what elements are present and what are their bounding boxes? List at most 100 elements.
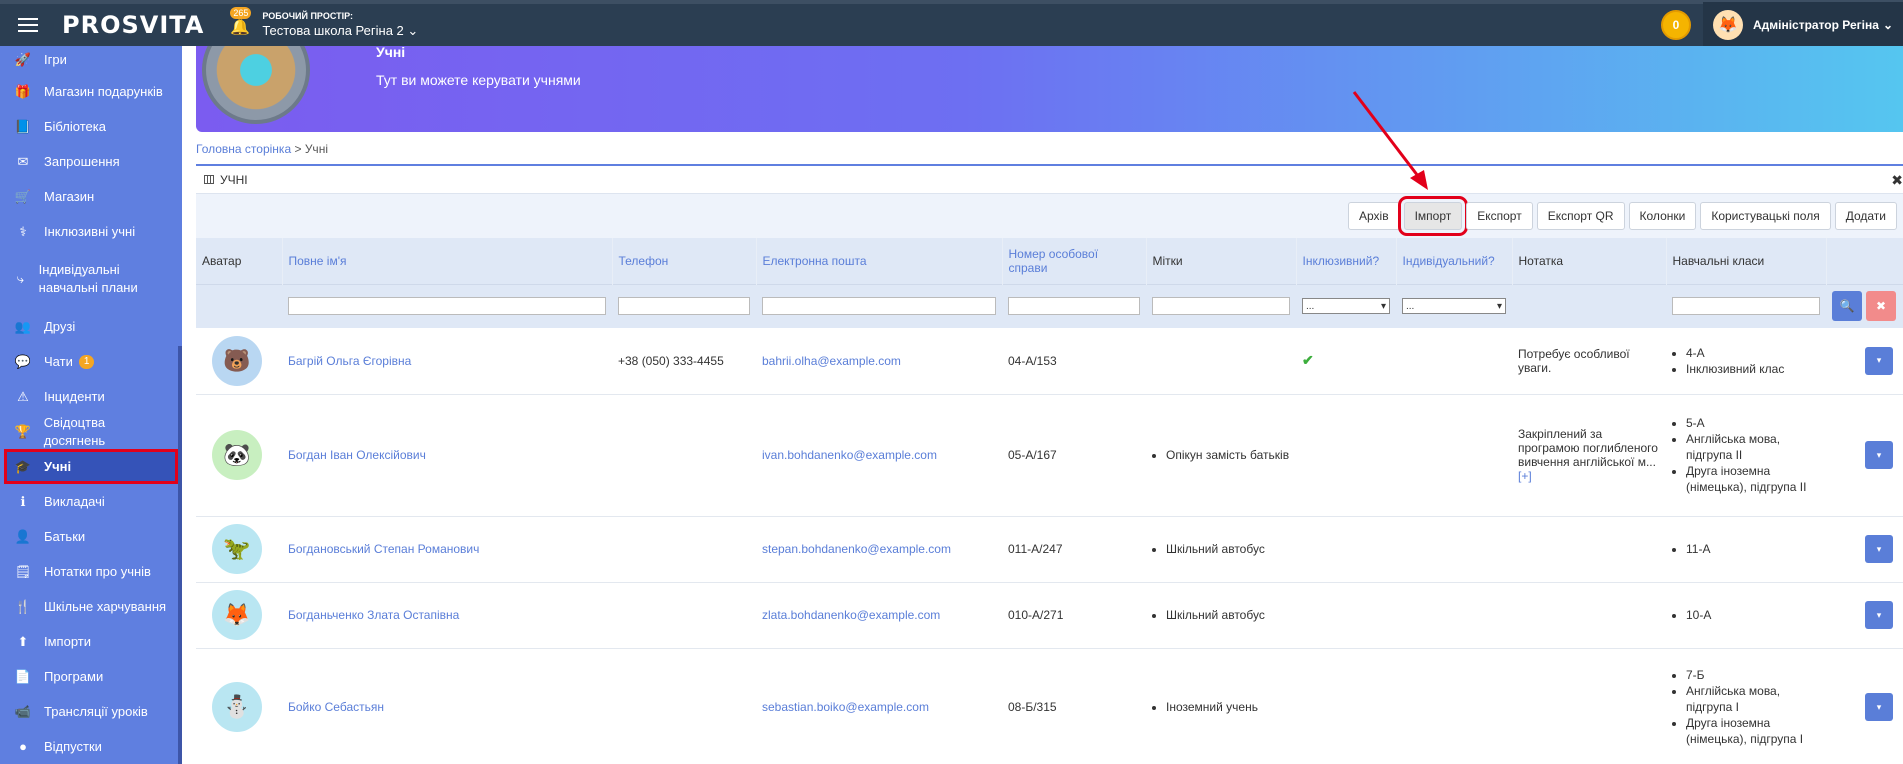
export-button[interactable]: Експорт [1466, 202, 1533, 230]
sidebar-item-invitations[interactable]: ✉ Запрошення [0, 144, 182, 179]
filter-row: ... ▾ ... ▾ 🔍 ✖ [196, 283, 1903, 328]
sidebar-item-inclusive[interactable]: ⚕ Інклюзивні учні [0, 214, 182, 249]
avatar: 🐻 [212, 335, 262, 386]
table-row[interactable]: 🐼 Богдан Іван Олексійович ivan.bohdanenk… [196, 394, 1903, 517]
sidebar-item-parents[interactable]: 👤 Батьки [0, 519, 182, 554]
row-actions-button[interactable]: ▾ [1865, 441, 1893, 469]
notification-badge: 265 [230, 7, 252, 19]
panel-header: УЧНІ ✖ [196, 166, 1903, 194]
user-menu[interactable]: 🦊 Адміністратор Регіна ⌄ [1702, 2, 1903, 48]
col-actions [1826, 238, 1903, 284]
sidebar-item-chats[interactable]: 💬 Чати 1 [0, 344, 182, 379]
workspace-selector[interactable]: Робочий простір: Тестова школа Регіна 2 … [262, 11, 418, 39]
table-row[interactable]: 🦊 Богданьченко Злата Остапівна zlata.boh… [196, 582, 1903, 649]
sidebar-item-games[interactable]: 🚀 Ігри [0, 46, 182, 74]
breadcrumb: Головна сторінка > Учні [196, 142, 328, 156]
col-name[interactable]: Повне ім'я [282, 238, 613, 284]
sidebar-item-teachers[interactable]: ℹ Викладачі [0, 484, 182, 519]
sidebar-item-library[interactable]: 📘 Бібліотека [0, 109, 182, 144]
workspace-label: Робочий простір: [262, 11, 353, 21]
sidebar-item-friends[interactable]: 👥 Друзі [0, 309, 182, 344]
row-actions-button[interactable]: ▾ [1865, 693, 1893, 721]
classes-list: 5-ААнглійська мова, підгрупа IIДруга іно… [1672, 415, 1820, 495]
sidebar-item-programs[interactable]: 📄 Програми [0, 659, 182, 694]
student-name-link[interactable]: Богдан Іван Олексійович [288, 448, 426, 462]
email-link[interactable]: ivan.bohdanenko@example.com [762, 448, 937, 462]
row-actions-button[interactable]: ▾ [1865, 346, 1893, 375]
email-link[interactable]: bahrii.olha@example.com [762, 354, 901, 368]
note-cell: Потребує особливої уваги. [1512, 328, 1666, 395]
expand-icon[interactable]: ✖ [1891, 172, 1903, 189]
case-filter-input[interactable] [1008, 297, 1140, 316]
list-item: Опікун замість батьків [1166, 447, 1290, 463]
col-email[interactable]: Електронна пошта [756, 238, 1003, 284]
sidebar-item-individual-plans[interactable]: ⤷ Індивідуальні навчальні плани [0, 249, 182, 309]
menu-icon[interactable] [10, 2, 46, 48]
export-qr-button[interactable]: Експорт QR [1536, 202, 1625, 230]
search-button[interactable]: 🔍 [1832, 291, 1862, 322]
col-individual[interactable]: Індивідуальний? [1396, 238, 1513, 284]
col-inclusive[interactable]: Інклюзивний? [1296, 238, 1397, 284]
tags-filter-input[interactable] [1152, 297, 1290, 316]
case-cell: 05-А/167 [1002, 394, 1146, 517]
sidebar-item-incidents[interactable]: ⚠ Інциденти [0, 379, 182, 414]
workspace-value: Тестова школа Регіна 2 [262, 23, 404, 38]
sidebar-item-vacations[interactable]: ● Відпустки [0, 729, 182, 764]
sidebar-item-meals[interactable]: 🍴 Шкільне харчування [0, 589, 182, 624]
student-name-link[interactable]: Богданьченко Злата Остапівна [288, 608, 459, 622]
email-filter-input[interactable] [762, 297, 996, 316]
email-link[interactable]: stepan.bohdanenko@example.com [762, 542, 951, 556]
sidebar: 🚀 Ігри 🎁 Магазин подарунків 📘 Бібліотека ✉ З… [0, 46, 182, 764]
student-name-link[interactable]: Багрій Ольга Єгорівна [288, 354, 411, 368]
sidebar-item-shop[interactable]: 🛒 Магазин [0, 179, 182, 214]
sidebar-item-gift-shop[interactable]: 🎁 Магазин подарунків [0, 74, 182, 109]
breadcrumb-separator: > [291, 142, 305, 156]
logo[interactable]: PROSVITA [62, 11, 204, 39]
coin-counter[interactable]: 0 [1660, 10, 1691, 40]
classes-list: 11-А [1672, 541, 1820, 557]
sidebar-item-students[interactable]: 🎓 Учні [4, 449, 178, 484]
student-name-link[interactable]: Бойко Себастьян [288, 700, 384, 714]
list-item: Інклюзивний клас [1686, 361, 1820, 377]
sidebar-item-label: Шкільне харчування [44, 598, 167, 614]
sidebar-item-certificates[interactable]: 🏆 Свідоцтва досягнень [0, 414, 182, 449]
custom-fields-button[interactable]: Користувацькі поля [1700, 202, 1831, 230]
sidebar-item-label: Індивідуальні навчальні плани [38, 262, 138, 295]
sidebar-item-broadcasts[interactable]: 📹 Трансляції уроків [0, 694, 182, 729]
col-case-number[interactable]: Номер особової справи [1002, 238, 1147, 284]
sidebar-item-label: Викладачі [44, 493, 105, 509]
list-item: 4-А [1686, 345, 1820, 361]
name-filter-input[interactable] [288, 297, 606, 316]
bell-icon[interactable]: 🔔 265 [228, 7, 252, 37]
classes-filter-input[interactable] [1672, 297, 1820, 316]
student-name-link[interactable]: Богдановський Степан Романович [288, 542, 479, 556]
table-row[interactable]: 🐻 Багрій Ольга Єгорівна +38 (050) 333-44… [196, 328, 1903, 395]
sidebar-item-notes[interactable]: 🗒 Нотатки про учнів [0, 554, 182, 589]
clear-filter-button[interactable]: ✖ [1866, 291, 1896, 322]
add-button[interactable]: Додати [1834, 202, 1897, 230]
phone-filter-input[interactable] [618, 297, 750, 316]
avatar: 🦊 [1712, 10, 1743, 40]
archive-button[interactable]: Архів [1347, 202, 1400, 230]
sidebar-item-imports[interactable]: ⬆ Імпорти [0, 624, 182, 659]
col-phone[interactable]: Телефон [612, 238, 757, 284]
tags-list: Опікун замість батьків [1152, 447, 1290, 463]
note-more-link[interactable]: [+] [1518, 469, 1532, 483]
email-link[interactable]: zlata.bohdanenko@example.com [762, 608, 940, 622]
case-cell: 08-Б/315 [1002, 648, 1146, 764]
table-row[interactable]: 🦖 Богдановський Степан Романович stepan.… [196, 516, 1903, 583]
row-actions-button[interactable]: ▾ [1865, 535, 1893, 563]
inclusive-filter-select[interactable]: ... ▾ [1302, 298, 1390, 315]
import-button[interactable]: Імпорт [1397, 196, 1469, 236]
table-row[interactable]: ⛄ Бойко Себастьян sebastian.boiko@exampl… [196, 648, 1903, 764]
sidebar-scrollbar[interactable] [178, 346, 182, 764]
email-link[interactable]: sebastian.boiko@example.com [762, 700, 929, 714]
breadcrumb-home[interactable]: Головна сторінка [196, 142, 291, 156]
individual-filter-select[interactable]: ... ▾ [1402, 298, 1506, 315]
columns-button[interactable]: Колонки [1628, 202, 1697, 230]
inclusive-cell [1296, 394, 1396, 517]
row-actions-button[interactable]: ▾ [1865, 601, 1893, 629]
phone-cell [612, 516, 756, 583]
phone-cell [612, 648, 756, 764]
chevron-down-icon: ⌄ [1882, 18, 1893, 32]
